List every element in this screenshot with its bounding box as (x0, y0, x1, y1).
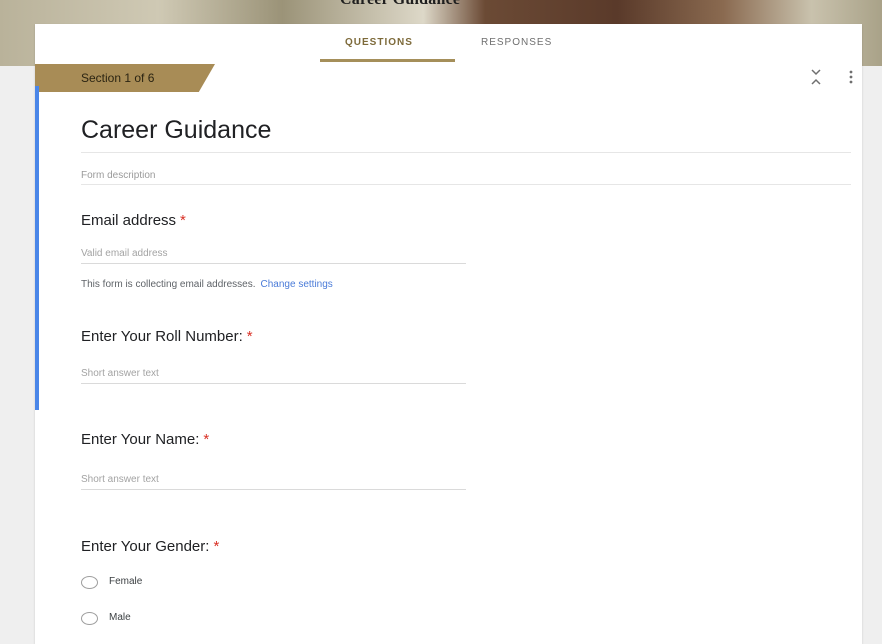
email-question: Email address * (81, 212, 186, 229)
radio-button[interactable] (81, 576, 98, 589)
email-field[interactable]: Valid email address (81, 248, 168, 259)
form-title[interactable]: Career Guidance (81, 116, 271, 145)
name-question: Enter Your Name: * (81, 431, 209, 448)
option-label: Female (109, 576, 143, 587)
window-title: Career Guidance (340, 0, 460, 9)
active-tab-indicator (320, 59, 455, 62)
roll-number-underline (81, 383, 466, 384)
required-mark: * (180, 212, 186, 229)
gender-label: Enter Your Gender: (81, 538, 210, 555)
section-label: Section 1 of 6 (81, 71, 155, 85)
collapse-icon[interactable] (810, 68, 822, 86)
gender-question: Enter Your Gender: * (81, 538, 219, 555)
email-question-label: Email address (81, 212, 177, 229)
email-collection-note: This form is collecting email addresses.… (81, 279, 333, 290)
name-underline (81, 489, 466, 490)
radio-button[interactable] (81, 612, 98, 625)
required-mark: * (213, 538, 220, 555)
roll-number-label: Enter Your Roll Number: (81, 328, 243, 345)
more-vert-icon[interactable] (847, 68, 855, 86)
form-description-field[interactable]: Form description (81, 170, 155, 181)
change-settings-link[interactable]: Change settings (261, 279, 333, 290)
roll-number-field[interactable]: Short answer text (81, 368, 159, 379)
section-badge: Section 1 of 6 (35, 64, 215, 92)
form-card: QUESTIONS RESPONSES Section 1 of 6 Caree… (35, 24, 862, 644)
name-label: Enter Your Name: (81, 431, 200, 448)
roll-number-question: Enter Your Roll Number: * (81, 328, 253, 345)
required-mark: * (246, 328, 253, 345)
email-field-underline (81, 263, 466, 264)
tab-bar: QUESTIONS RESPONSES (35, 24, 862, 62)
required-mark: * (203, 431, 210, 448)
active-section-bar (35, 86, 39, 410)
tab-questions[interactable]: QUESTIONS (345, 37, 413, 48)
option-label: Male (109, 612, 131, 623)
email-note-text: This form is collecting email addresses. (81, 279, 256, 290)
tab-responses[interactable]: RESPONSES (481, 37, 552, 48)
name-field[interactable]: Short answer text (81, 474, 159, 485)
title-underline (81, 152, 851, 153)
description-underline (81, 184, 851, 185)
